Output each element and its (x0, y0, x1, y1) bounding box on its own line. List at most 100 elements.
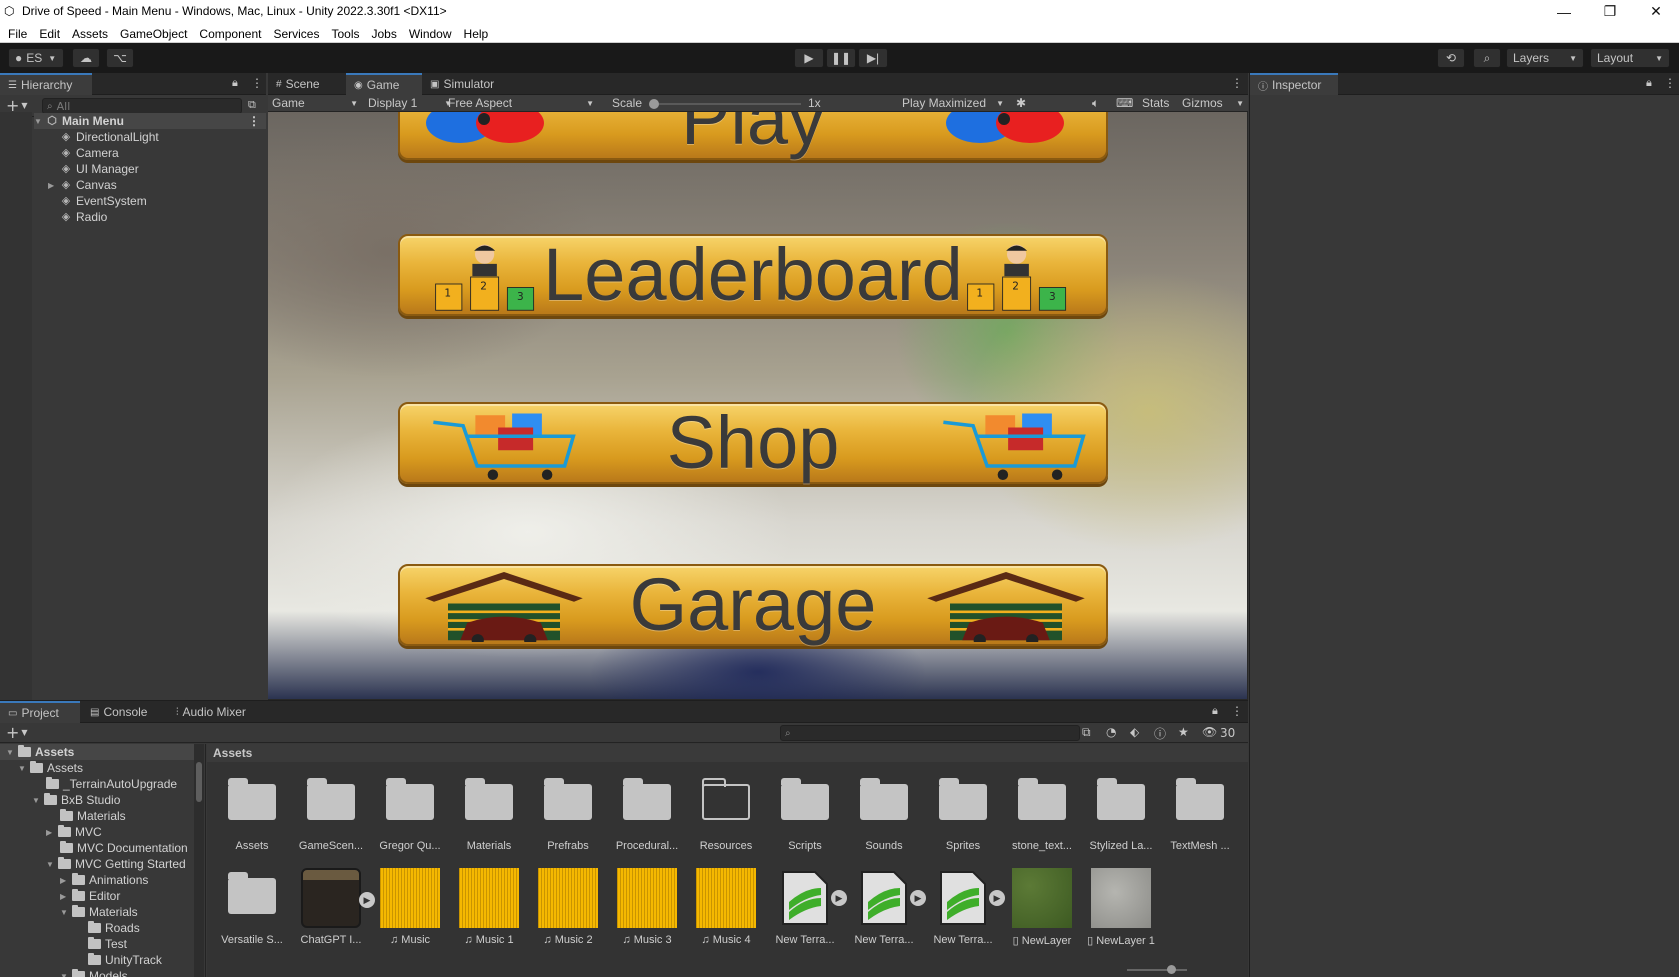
menu-jobs[interactable]: Jobs (371, 25, 396, 41)
asset-terrain[interactable]: ▶ New Terra... (766, 868, 847, 946)
scene-filter-icon[interactable]: ⧉ (248, 98, 256, 112)
asset-folder[interactable]: GameScen... (292, 774, 370, 852)
hierarchy-item-ui-manager[interactable]: ◈ UI Manager (60, 161, 139, 177)
breadcrumb-assets[interactable]: Assets (213, 746, 252, 760)
scene-root[interactable]: ▼ ⬡ Main Menu ⋮ (34, 113, 266, 129)
cloud-button[interactable]: ☁ (72, 48, 100, 68)
asset-folder[interactable]: Prefrabs (529, 774, 607, 852)
asset-folder[interactable]: Materials (450, 774, 528, 852)
game-viewport[interactable]: Play 1 2 3 Leaderboard 1 2 3 Shop Garage (268, 112, 1247, 699)
minimize-icon[interactable]: — (1541, 0, 1587, 23)
warning-icon[interactable]: ⓘ (1154, 725, 1166, 742)
hierarchy-item-camera[interactable]: ◈ Camera (60, 145, 119, 161)
hierarchy-item-radio[interactable]: ◈ Radio (60, 209, 108, 225)
zoom-slider-track[interactable] (1127, 969, 1187, 971)
zoom-slider-handle[interactable] (1167, 965, 1176, 974)
asset-folder[interactable]: Scripts (766, 774, 844, 852)
asset-folder[interactable]: Stylized La... (1082, 774, 1160, 852)
label-icon[interactable]: ⬖ (1130, 725, 1139, 739)
asset-audio[interactable]: ♫ Music 2 (529, 868, 607, 946)
lock-icon[interactable]: 🔒︎ (232, 76, 238, 90)
tab-console[interactable]: ▤ Console (82, 701, 166, 723)
history-button[interactable]: ⟲ (1437, 48, 1465, 68)
audio-icon[interactable]: 🔈︎ (1092, 96, 1099, 111)
keyboard-icon[interactable]: ⌨ (1116, 96, 1133, 110)
favorite-icon[interactable]: ★ (1178, 725, 1189, 739)
tab-simulator[interactable]: ▣ Simulator (422, 73, 512, 95)
kebab-menu-icon[interactable]: ⋮ (248, 114, 260, 128)
scrollbar-thumb[interactable] (196, 762, 202, 802)
asset-folder[interactable]: Resources (687, 774, 765, 852)
asset-audio[interactable]: ♫ Music 4 (687, 868, 765, 946)
menu-file[interactable]: File (8, 25, 27, 41)
filter-type-icon[interactable]: ◔ (1106, 725, 1116, 739)
asset-folder[interactable]: TextMesh ... (1161, 774, 1239, 852)
add-icon[interactable]: + (6, 723, 19, 742)
tree-item-animations[interactable]: ▶ Animations (60, 872, 148, 888)
asset-folder[interactable]: Versatile S... (213, 868, 291, 946)
tab-scene[interactable]: # Scene (268, 73, 346, 95)
tree-item-test[interactable]: Test (88, 936, 127, 952)
tree-item-bxb-studio[interactable]: ▼ BxB Studio (32, 792, 120, 808)
asset-folder[interactable]: Sounds (845, 774, 923, 852)
scale-slider-track[interactable] (651, 103, 801, 105)
asset-folder[interactable]: Sprites (924, 774, 1002, 852)
asset-grass[interactable]: ▯ NewLayer (1003, 868, 1081, 947)
menu-component[interactable]: Component (199, 25, 261, 41)
tree-item-assets[interactable]: ▼ Assets (18, 760, 83, 776)
hidden-count-icon[interactable]: 👁︎ (1202, 725, 1217, 739)
expanded-arrow-icon[interactable]: ▼ (32, 796, 42, 805)
collapsed-arrow-icon[interactable]: ▶ (60, 892, 70, 901)
pause-button[interactable]: ❚❚ (826, 48, 856, 68)
asset-folder[interactable]: Assets (213, 774, 291, 852)
expanded-arrow-icon[interactable]: ▼ (18, 764, 28, 773)
asset-stone[interactable]: ▯ NewLayer 1 (1082, 868, 1160, 947)
expanded-arrow-icon[interactable]: ▼ (46, 860, 56, 869)
gizmos-dropdown[interactable]: Gizmos ▼ (1182, 95, 1244, 112)
aspect-dropdown[interactable]: Free Aspect ▼ (448, 95, 594, 112)
tab-audio-mixer[interactable]: ⫶ Audio Mixer (168, 701, 278, 723)
tree-scrollbar[interactable] (194, 744, 204, 977)
tree-item-unitytrack[interactable]: UnityTrack (88, 952, 162, 968)
tree-item-mvc-getting-started[interactable]: ▼ MVC Getting Started (46, 856, 186, 872)
tree-item-terrainautoupgrade[interactable]: _TerrainAutoUpgrade (46, 776, 177, 792)
asset-radio[interactable]: ▶ ChatGPT I... (292, 868, 375, 946)
hierarchy-item-directionallight[interactable]: ◈ DirectionalLight (60, 129, 159, 145)
asset-folder[interactable]: stone_text... (1003, 774, 1081, 852)
tree-item-mvc[interactable]: ▶ MVC (46, 824, 102, 840)
hierarchy-search[interactable]: ⌕ All (42, 98, 242, 114)
layout-dropdown[interactable]: Layout ▼ (1590, 48, 1670, 68)
restore-icon[interactable]: ❐ (1587, 0, 1633, 23)
tab-inspector[interactable]: ⓘ Inspector (1250, 73, 1338, 95)
tab-hierarchy[interactable]: ☰ Hierarchy (0, 73, 92, 95)
collapsed-arrow-icon[interactable]: ▶ (46, 828, 56, 837)
shop-menu-button[interactable]: Shop (398, 402, 1108, 484)
project-search[interactable]: ⌕ (780, 725, 1080, 741)
tree-item-editor[interactable]: ▶ Editor (60, 888, 120, 904)
bug-icon[interactable]: ✱ (1016, 96, 1026, 110)
stats-toggle[interactable]: Stats (1142, 96, 1169, 110)
garage-menu-button[interactable]: Garage (398, 564, 1108, 646)
tree-item-mvc-documentation[interactable]: MVC Documentation (60, 840, 188, 856)
expanded-arrow-icon[interactable]: ▼ (60, 908, 70, 917)
play-menu-button[interactable]: Play (398, 112, 1108, 160)
collapsed-arrow-icon[interactable]: ▶ (48, 181, 58, 190)
close-icon[interactable]: ✕ (1633, 0, 1679, 23)
asset-audio[interactable]: ♫ Music 3 (608, 868, 686, 946)
kebab-menu-icon[interactable]: ⋮ (1664, 76, 1676, 90)
play-mode-dropdown[interactable]: Play Maximized ▼ (902, 95, 1004, 112)
tree-item-models[interactable]: ▼ Models (60, 968, 128, 977)
collab-button[interactable]: ⌥ (106, 48, 134, 68)
asset-audio[interactable]: ♫ Music (371, 868, 449, 946)
menu-services[interactable]: Services (273, 25, 319, 41)
scale-slider-handle[interactable] (649, 99, 659, 109)
kebab-menu-icon[interactable]: ⋮ (251, 76, 263, 90)
search-scope-icon[interactable]: ⧉ (1082, 725, 1091, 740)
leaderboard-menu-button[interactable]: 1 2 3 Leaderboard 1 2 3 (398, 234, 1108, 316)
display-dropdown[interactable]: Display 1 ▼ (368, 95, 452, 112)
expanded-arrow-icon[interactable]: ▼ (34, 117, 44, 126)
lock-icon[interactable]: 🔒︎ (1646, 76, 1652, 90)
tree-item-roads[interactable]: Roads (88, 920, 140, 936)
hierarchy-item-eventsystem[interactable]: ◈ EventSystem (60, 193, 147, 209)
menu-window[interactable]: Window (409, 25, 452, 41)
